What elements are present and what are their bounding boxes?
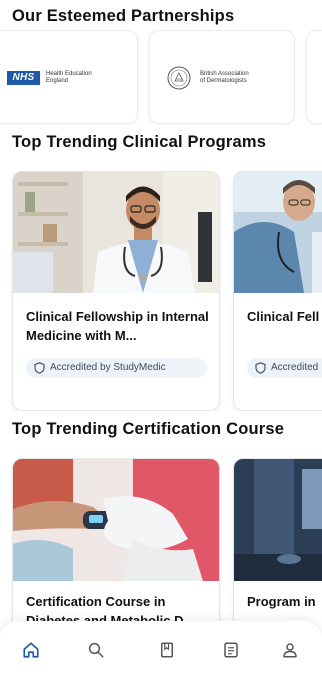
accreditation-badge: Accredited	[247, 358, 322, 378]
partner-name: Health Education England	[46, 71, 116, 85]
certification-carousel[interactable]: Certification Course in Diabetes and Met…	[0, 458, 322, 628]
program-title: Clinical Fell Paediatrics	[247, 309, 322, 324]
program-card[interactable]: Clinical Fell Paediatrics Accredited	[233, 171, 322, 411]
nav-search[interactable]	[81, 635, 111, 665]
partner-card-nhs[interactable]: NHS Health Education England	[0, 30, 138, 124]
shield-icon	[255, 362, 266, 374]
partner-card-partial[interactable]	[306, 30, 322, 124]
badge-label: Accredited	[271, 362, 319, 373]
badge-label: Accredited by StudyMedic	[50, 362, 166, 373]
nav-documents[interactable]	[216, 635, 246, 665]
program-card[interactable]: Clinical Fellowship in Internal Medicine…	[12, 171, 220, 411]
document-icon	[224, 642, 238, 658]
bad-crest-logo	[167, 66, 191, 90]
partner-card-bad[interactable]: British Association of Dermatologists	[149, 30, 295, 124]
bottom-navigation	[0, 621, 322, 696]
book-icon	[161, 642, 173, 658]
partner-name-line1: Health Education	[46, 71, 92, 77]
user-icon	[283, 643, 297, 658]
program-image-doctor	[13, 172, 219, 293]
nhs-logo: NHS	[7, 71, 40, 85]
certification-title: Program in	[247, 594, 316, 609]
accreditation-badge: Accredited by StudyMedic	[26, 358, 207, 378]
certification-card[interactable]: Program in	[233, 458, 322, 628]
certification-heading: Top Trending Certification Course	[12, 420, 285, 438]
search-icon	[88, 642, 104, 658]
nav-profile[interactable]	[275, 635, 305, 665]
partner-name: British Association of Dermatologists	[200, 71, 285, 85]
partner-name-line2: of Dermatologists	[200, 78, 247, 84]
nav-courses[interactable]	[152, 635, 182, 665]
shield-icon	[34, 362, 45, 374]
home-icon	[23, 642, 39, 658]
partner-name-line2: England	[46, 78, 69, 84]
partners-carousel[interactable]: NHS Health Education England British Ass…	[0, 30, 322, 125]
program-title: Clinical Fellowship in Internal Medicine…	[26, 309, 209, 343]
partner-name-line1: British Association	[200, 71, 249, 77]
certification-card[interactable]: Certification Course in Diabetes and Met…	[12, 458, 220, 628]
programs-carousel[interactable]: Clinical Fellowship in Internal Medicine…	[0, 171, 322, 411]
nav-home[interactable]	[16, 635, 46, 665]
program-image-pediatrics	[234, 172, 322, 293]
programs-heading: Top Trending Clinical Programs	[12, 133, 267, 151]
certification-image-oximeter	[13, 459, 219, 581]
certification-image-lab	[234, 459, 322, 581]
partnerships-heading: Our Esteemed Partnerships	[12, 7, 235, 25]
